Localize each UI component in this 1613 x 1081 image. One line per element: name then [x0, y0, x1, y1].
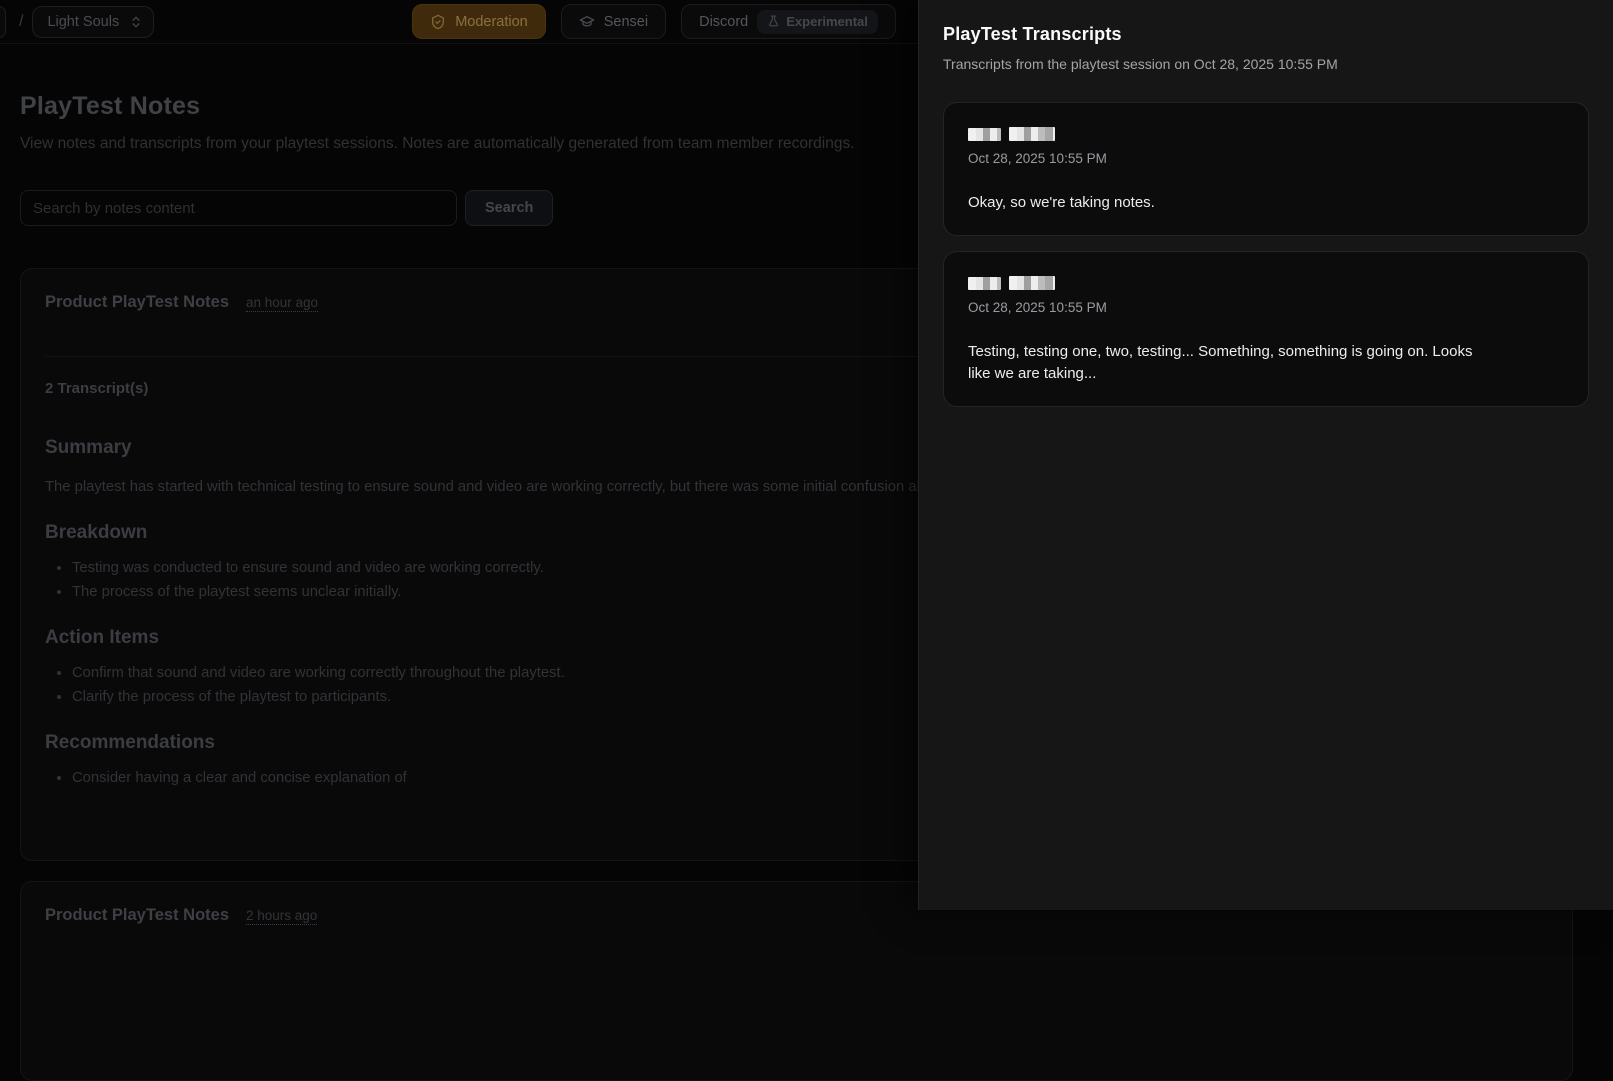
breadcrumb-slash: /: [19, 13, 23, 31]
experimental-badge: Experimental: [757, 10, 878, 34]
flask-icon: [767, 15, 780, 28]
transcript-card: Oct 28, 2025 10:55 PM Okay, so we're tak…: [943, 102, 1589, 236]
search-input[interactable]: [20, 190, 457, 226]
tab-discord[interactable]: Discord Experimental: [681, 4, 896, 39]
note-card: Product PlayTest Notes 2 hours ago: [20, 881, 1573, 1081]
redacted-block: [1009, 127, 1055, 141]
redacted-block: [968, 128, 1001, 141]
note-timestamp[interactable]: 2 hours ago: [246, 908, 317, 925]
transcript-timestamp: Oct 28, 2025 10:55 PM: [968, 300, 1564, 315]
experimental-badge-label: Experimental: [786, 14, 868, 29]
tab-discord-label: Discord: [699, 14, 748, 30]
note-title: Product PlayTest Notes: [45, 906, 229, 925]
transcript-text: Okay, so we're taking notes.: [968, 192, 1488, 213]
chevrons-up-down-icon: [129, 15, 143, 29]
graduation-cap-icon: [579, 14, 595, 30]
transcript-list: Oct 28, 2025 10:55 PM Okay, so we're tak…: [943, 102, 1589, 407]
shield-check-icon: [430, 14, 446, 30]
transcript-text: Testing, testing one, two, testing... So…: [968, 341, 1488, 384]
partial-button[interactable]: [0, 6, 6, 38]
tab-moderation-label: Moderation: [455, 14, 528, 30]
note-timestamp[interactable]: an hour ago: [246, 295, 318, 312]
top-tabs: Moderation Sensei Discord Experimental: [412, 4, 896, 39]
speaker-name-redacted: [968, 127, 1564, 141]
workspace-select[interactable]: Light Souls: [32, 6, 154, 38]
speaker-name-redacted: [968, 276, 1564, 290]
search-button[interactable]: Search: [465, 190, 553, 226]
redacted-block: [968, 277, 1001, 290]
redacted-block: [1009, 276, 1055, 290]
drawer-title: PlayTest Transcripts: [943, 24, 1589, 45]
workspace-select-label: Light Souls: [47, 14, 119, 30]
tab-sensei[interactable]: Sensei: [561, 4, 666, 39]
tab-moderation[interactable]: Moderation: [412, 4, 546, 39]
transcripts-drawer: PlayTest Transcripts Transcripts from th…: [918, 0, 1613, 910]
transcript-card: Oct 28, 2025 10:55 PM Testing, testing o…: [943, 251, 1589, 407]
drawer-subtitle: Transcripts from the playtest session on…: [943, 56, 1589, 72]
note-title: Product PlayTest Notes: [45, 293, 229, 312]
tab-sensei-label: Sensei: [604, 14, 648, 30]
transcript-timestamp: Oct 28, 2025 10:55 PM: [968, 151, 1564, 166]
